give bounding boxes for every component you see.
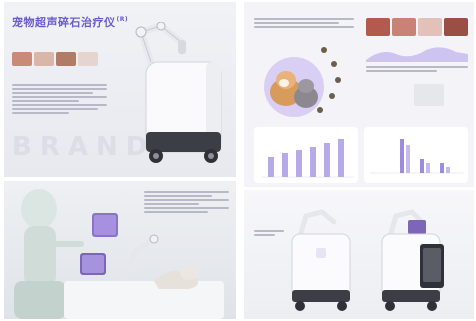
intro-text [254, 18, 354, 30]
case-photo-3 [418, 18, 442, 36]
thumbnail-3 [56, 52, 76, 66]
bar-chart-left [262, 139, 354, 178]
robot-human-scene-illustration [14, 189, 224, 319]
case-photo-2 [392, 18, 416, 36]
top-right-panel [244, 2, 474, 187]
bar-chart-card-right [364, 127, 468, 183]
case-photo-4 [444, 18, 468, 36]
bottom-left-panel [4, 181, 236, 319]
stats-text [366, 66, 468, 74]
thumbnail-4 [78, 52, 98, 66]
callout-text-left [254, 230, 284, 238]
feature-text [12, 84, 107, 116]
page-title: 宠物超声碎石治疗仪(R) [12, 16, 129, 29]
case-photo-1 [366, 18, 390, 36]
robot-device-illustration [135, 22, 222, 163]
device-detail-photo [414, 84, 444, 106]
thumbnail-1 [12, 52, 32, 66]
bar-chart-card-left [254, 127, 358, 183]
bar-chart-right [370, 139, 464, 174]
bottom-right-panel [244, 190, 474, 319]
thumbnail-2 [34, 52, 54, 66]
pets-illustration [264, 47, 341, 117]
top-left-panel: 宠物超声碎石治疗仪(R) BRAND [4, 2, 236, 177]
device-front-illustration [291, 209, 351, 311]
stats-strip [366, 42, 468, 62]
device-open-illustration [381, 209, 444, 311]
